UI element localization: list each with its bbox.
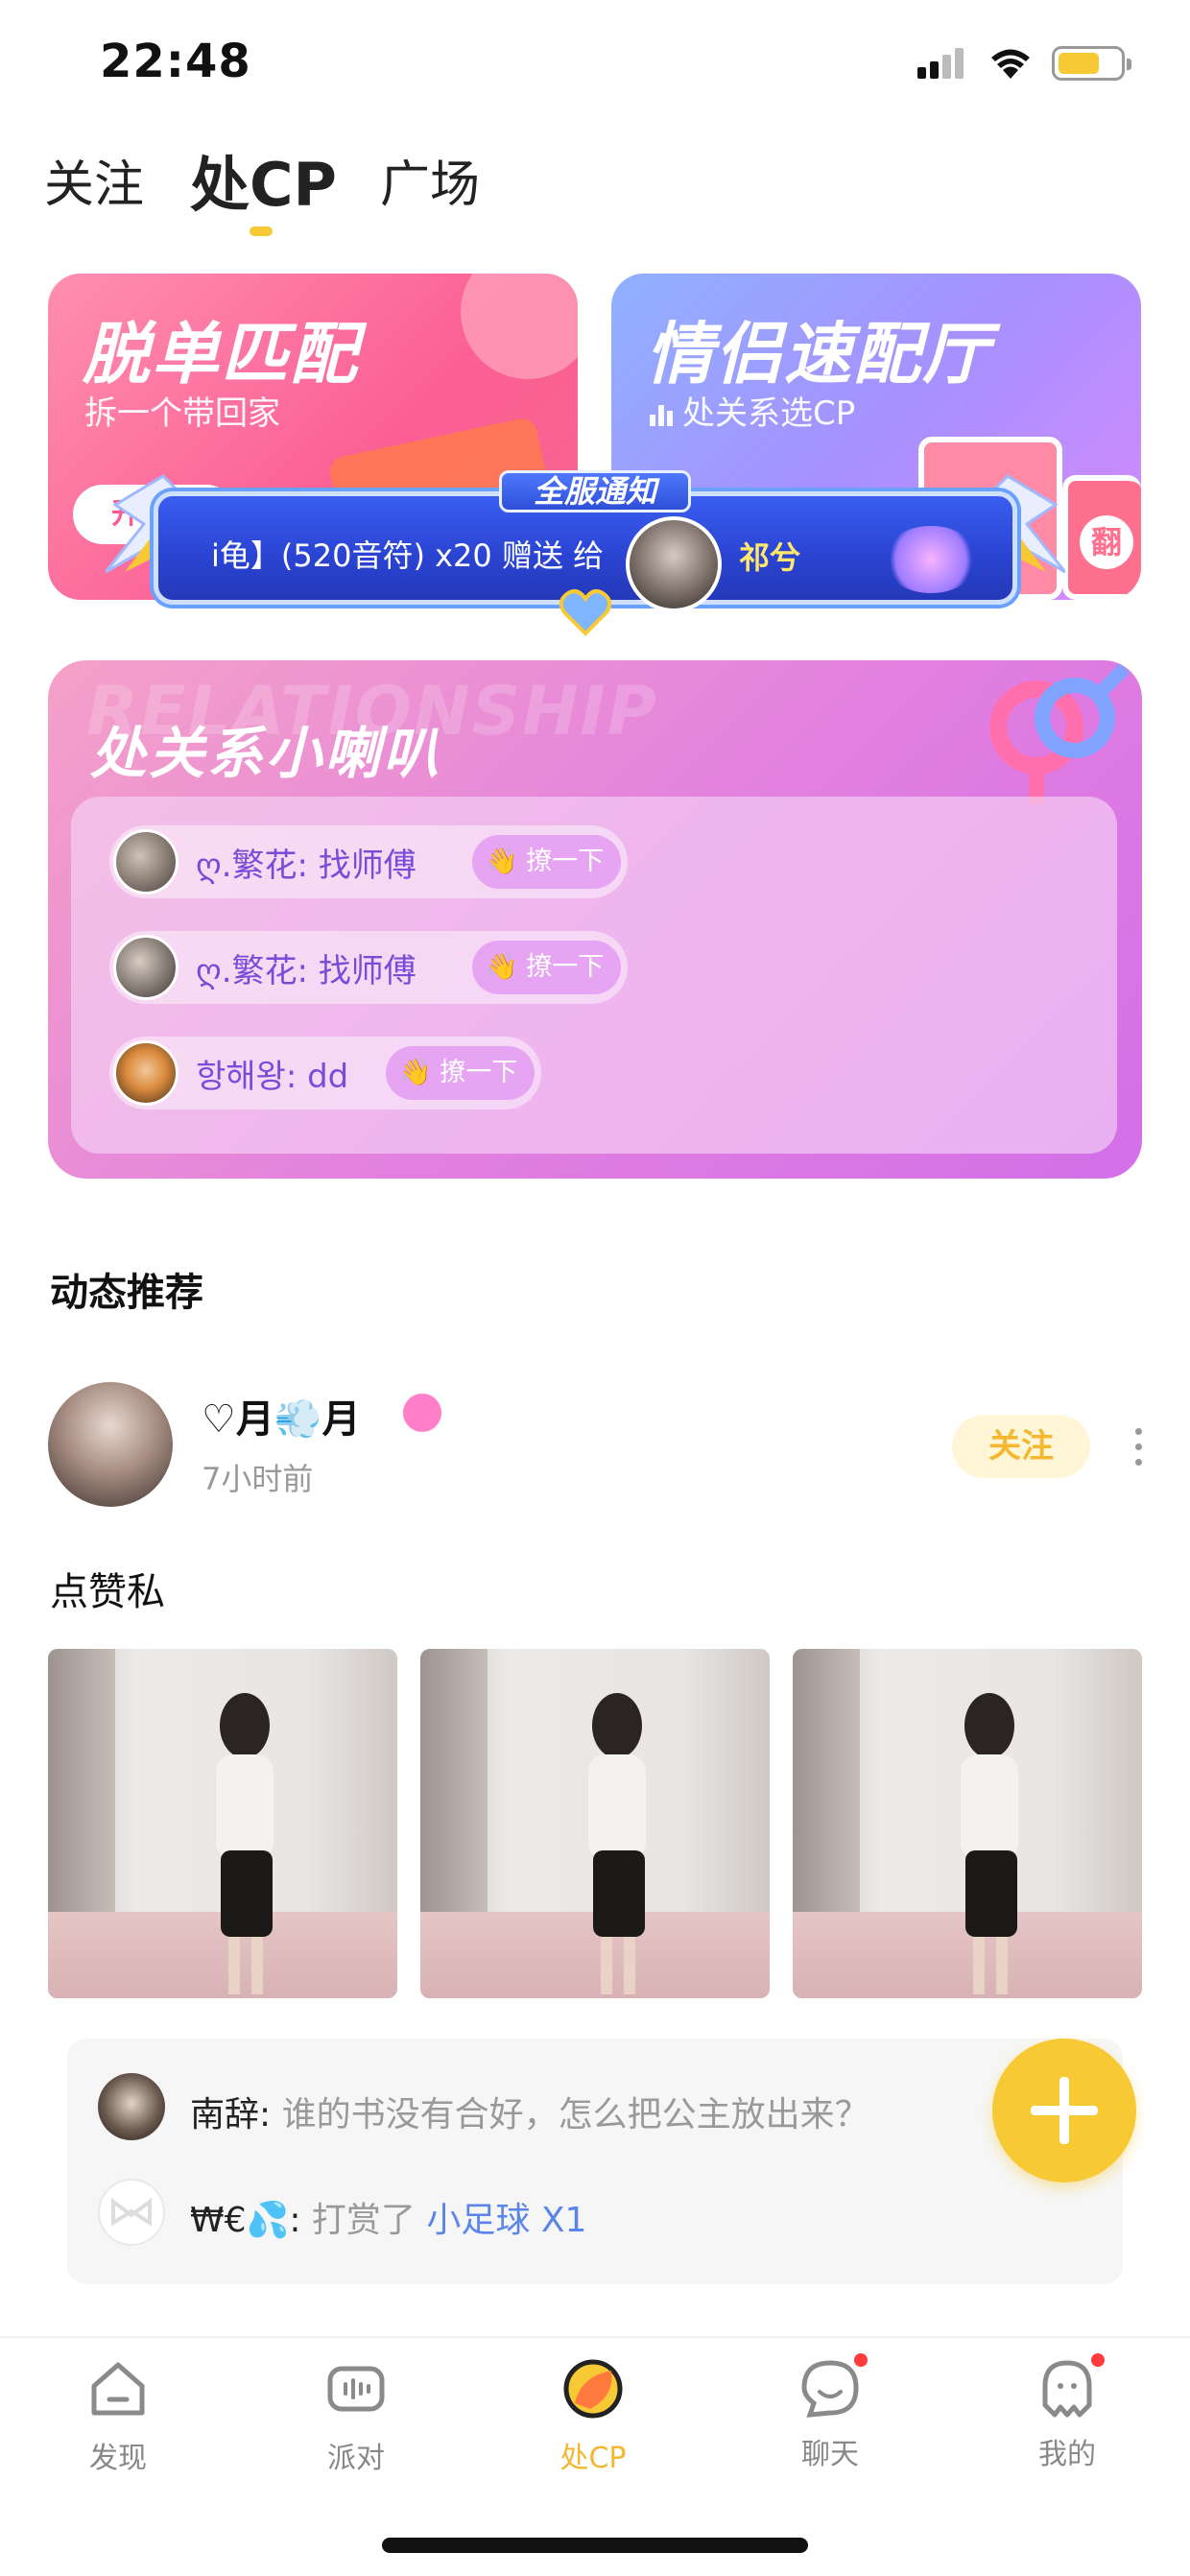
relationship-item-text: 항해왕: dd: [196, 1058, 349, 1096]
post-author-avatar[interactable]: [48, 1382, 173, 1507]
quick-card-subtitle-text: 处关系选CP: [682, 394, 856, 433]
notice-avatar: [626, 516, 722, 612]
wave-button[interactable]: 👋 撩一下: [472, 941, 622, 994]
wave-button[interactable]: 👋 撩一下: [472, 835, 622, 889]
post-photo-1[interactable]: [48, 1649, 397, 1998]
post-time: 7小时前: [202, 1461, 314, 1497]
tab-follow[interactable]: 关注: [44, 144, 144, 216]
relationship-item-text: ღ.繁花: 找师傅: [196, 952, 416, 990]
battery-icon: [1052, 46, 1131, 81]
quick-card-subtitle: 处关系选CP: [650, 387, 855, 434]
nav-party-label: 派对: [327, 2442, 385, 2475]
notice-recipient: 祁兮: [739, 539, 801, 576]
female-gender-icon: [403, 1394, 441, 1432]
wave-button[interactable]: 👋 撩一下: [386, 1046, 536, 1100]
follow-button[interactable]: 关注: [952, 1415, 1090, 1478]
nav-chat-label: 聊天: [801, 2438, 859, 2471]
post-text: 点赞私: [50, 1570, 165, 1614]
relationship-item[interactable]: 항해왕: dd 👋 撩一下: [109, 1037, 541, 1109]
global-notice-banner[interactable]: 全服通知 i龟】(520音符) x20 赠送 给 祁兮: [106, 470, 1065, 636]
nav-discover[interactable]: 发现: [46, 2357, 190, 2476]
heart-crest-icon: [559, 589, 612, 636]
comment-2-text: 打赏了: [311, 2201, 416, 2240]
profile-badge: [1089, 2351, 1107, 2369]
comment-2-gift: 小足球 X1: [426, 2201, 587, 2240]
cp-icon: [563, 2359, 623, 2419]
nav-chat[interactable]: 聊天: [758, 2351, 902, 2472]
nav-party[interactable]: 派对: [284, 2357, 428, 2476]
comment-1-text: 谁的书没有合好，怎么把公主放出来？: [281, 2095, 869, 2135]
post-photo-3[interactable]: [793, 1649, 1142, 1998]
deco-card-2: 翻: [1062, 475, 1141, 600]
nav-discover-label: 发现: [89, 2442, 147, 2475]
post-author-name[interactable]: ♡月💨月: [202, 1388, 361, 1443]
relationship-avatar: [113, 935, 178, 1000]
tab-square[interactable]: 广场: [380, 144, 480, 216]
quick-card-title: 情侣速配厅: [646, 315, 991, 394]
signal-icon: [917, 48, 967, 79]
commenter-avatar: [98, 2073, 165, 2140]
relationship-item[interactable]: ღ.繁花: 找师傅 👋 撩一下: [109, 825, 628, 898]
nav-cp[interactable]: 处CP: [521, 2357, 665, 2476]
status-time: 22:48: [100, 35, 251, 88]
comment-2: ₩€💦: 打赏了 小足球 X1: [190, 2201, 587, 2240]
nav-profile[interactable]: 我的: [995, 2351, 1139, 2472]
relationship-list: ღ.繁花: 找师傅 👋 撩一下 ღ.繁花: 找师傅 👋 撩一下 항해왕: dd …: [71, 797, 1117, 1154]
relationship-item-text: ღ.繁花: 找师傅: [196, 847, 416, 885]
chat-badge: [852, 2351, 869, 2369]
flip-label: 翻: [1080, 515, 1133, 569]
match-card-subtitle: 拆一个带回家: [84, 394, 280, 433]
bar-chart-icon: [650, 403, 675, 426]
home-indicator: [382, 2538, 808, 2553]
gender-symbol-icon: [989, 663, 1130, 804]
relationship-item[interactable]: ღ.繁花: 找师傅 👋 撩一下: [109, 931, 628, 1004]
chat-icon: [798, 2351, 869, 2421]
discover-icon: [91, 2362, 145, 2416]
more-options-icon[interactable]: [1132, 1424, 1144, 1470]
status-bar: 22:48: [0, 0, 1190, 125]
nav-cp-label: 处CP: [559, 2442, 627, 2475]
post-photo-2[interactable]: [420, 1649, 770, 1998]
tab-cp[interactable]: 处CP: [190, 136, 337, 223]
tab-indicator: [250, 227, 273, 236]
comment-preview-box[interactable]: 南辞: 谁的书没有合好，怎么把公主放出来？ ₩€💦: 打赏了 小足球 X1: [67, 2039, 1123, 2284]
relationship-avatar: [113, 1040, 178, 1106]
relationship-panel: RELATIONSHIP 处关系小喇叭 ღ.繁花: 找师傅 👋 撩一下 ღ.繁花…: [48, 660, 1142, 1179]
wifi-icon: [991, 49, 1030, 79]
profile-icon: [1035, 2351, 1107, 2421]
relationship-title: 处关系小喇叭: [90, 721, 442, 786]
nav-profile-label: 我的: [1038, 2438, 1096, 2471]
party-icon: [327, 2366, 385, 2412]
comment-1: 南辞: 谁的书没有合好，怎么把公主放出来？: [190, 2095, 869, 2135]
relationship-avatar: [113, 829, 178, 894]
notice-text: i龟】(520音符) x20 赠送 给: [211, 537, 605, 574]
gift-icon: [883, 526, 979, 593]
commenter-avatar: [98, 2179, 165, 2246]
notice-title: 全服通知: [499, 470, 691, 513]
comment-2-name: ₩€💦: [190, 2201, 290, 2240]
placeholder-logo-icon: [111, 2198, 152, 2227]
match-card-title: 脱单匹配: [83, 315, 359, 394]
create-post-button[interactable]: [992, 2039, 1136, 2182]
feed-section-title: 动态推荐: [50, 1271, 203, 1315]
comment-1-name: 南辞: [190, 2095, 260, 2135]
